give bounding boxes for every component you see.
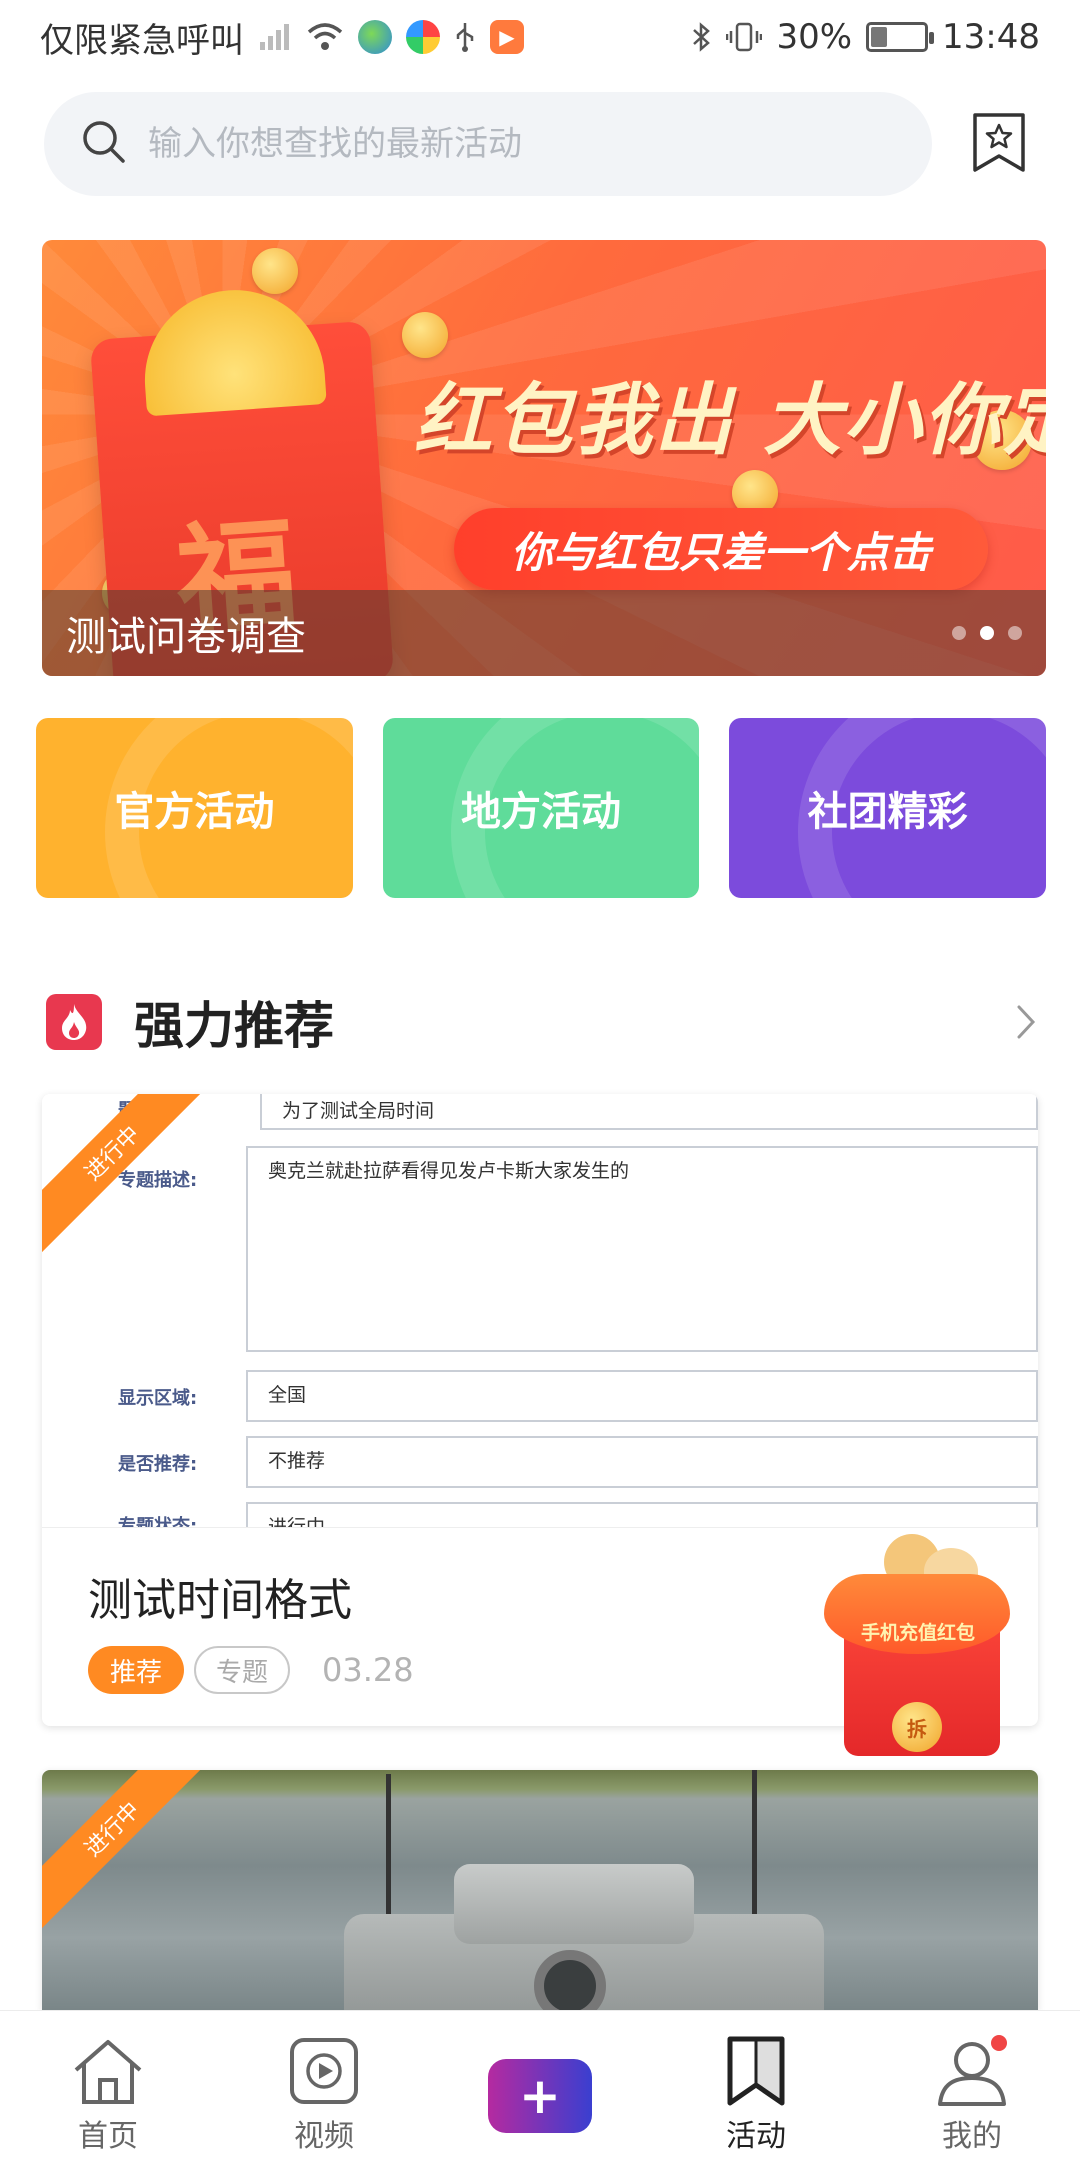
- banner-headline: 红包我出 大小你定: [414, 376, 1046, 466]
- carousel-dots[interactable]: [952, 626, 1022, 640]
- nav-video[interactable]: 视频: [249, 2035, 399, 2155]
- form-label: 专题描述:: [118, 1170, 198, 1191]
- status-right: 30% 13:48: [690, 17, 1040, 57]
- video-icon: [284, 2035, 364, 2107]
- form-value: 奥克兰就赴拉萨看得见发卢卡斯大家发生的: [246, 1146, 1038, 1352]
- battery-fill: [871, 27, 887, 47]
- star-bookmark-icon: [973, 113, 1025, 172]
- plus-icon: +: [488, 2059, 592, 2133]
- nav-home[interactable]: 首页: [33, 2035, 183, 2155]
- battery-icon: [866, 22, 935, 52]
- category-label: 社团精彩: [807, 789, 968, 835]
- promo-banner[interactable]: 福 红包我出 大小你定 你与红包只差一个点击 测试问卷调查: [42, 240, 1046, 676]
- form-label: 专题状态:: [118, 1516, 198, 1528]
- clock: 13:48: [942, 17, 1040, 57]
- nav-label: 视频: [294, 2119, 354, 2154]
- media-app-icon: ▶: [490, 20, 524, 54]
- form-label: 显示区域:: [118, 1388, 198, 1409]
- recommend-section-header: 强力推荐: [46, 990, 1046, 1055]
- card-tags: 推荐 专题 03.28: [88, 1646, 414, 1694]
- card-thumbnail: 题标题: 为了测试全局时间 专题描述: 奥克兰就赴拉萨看得见发卢卡斯大家发生的 …: [42, 1094, 1038, 1528]
- notification-dot: [991, 2035, 1007, 2051]
- recommend-tag: 推荐: [88, 1646, 185, 1694]
- tank-image: [304, 1770, 864, 2010]
- carousel-dot[interactable]: [952, 626, 966, 640]
- usb-icon: [454, 21, 476, 53]
- bookmark-icon: [716, 2035, 796, 2107]
- form-value: 进行中: [246, 1502, 1038, 1527]
- category-official[interactable]: 官方活动: [36, 718, 353, 898]
- globe-app-icon: [358, 20, 392, 54]
- nav-label: 我的: [942, 2119, 1002, 2154]
- red-packet-text: 手机充值红包: [860, 1622, 975, 1644]
- bluetooth-icon: [690, 21, 712, 53]
- antenna: [386, 1774, 391, 1924]
- carousel-dot[interactable]: [980, 626, 994, 640]
- activity-card[interactable]: 进行中: [42, 1770, 1038, 2010]
- nav-publish[interactable]: +: [465, 2035, 615, 2133]
- search-box[interactable]: [44, 92, 932, 196]
- vibrate-icon: [726, 21, 763, 53]
- category-tiles: 官方活动 地方活动 社团精彩: [36, 718, 1047, 898]
- carousel-dot[interactable]: [1008, 626, 1022, 640]
- category-local[interactable]: 地方活动: [382, 718, 700, 898]
- nav-activity[interactable]: 活动: [681, 2035, 831, 2155]
- category-clubs[interactable]: 社团精彩: [729, 718, 1047, 898]
- banner-caption: 测试问卷调查: [66, 614, 306, 660]
- form-label: 是否推荐:: [118, 1454, 198, 1475]
- antenna: [752, 1770, 757, 1924]
- browser-app-icon: [406, 20, 440, 54]
- signal-icon: [258, 22, 292, 52]
- carrier-text: 仅限紧急呼叫: [40, 20, 244, 61]
- home-icon: [68, 2035, 148, 2107]
- banner-subline: 你与红包只差一个点击: [454, 508, 988, 590]
- nav-label: 活动: [726, 2119, 786, 2154]
- form-value: 为了测试全局时间: [260, 1094, 1038, 1130]
- status-bar: 仅限紧急呼叫 ▶ 30% 13:48: [0, 0, 1080, 74]
- category-label: 地方活动: [461, 789, 621, 835]
- card-date: 03.28: [322, 1651, 414, 1689]
- banner-caption-bar: 测试问卷调查: [42, 590, 1046, 676]
- search-input[interactable]: [148, 124, 896, 164]
- search-row: [44, 92, 1044, 196]
- nav-profile[interactable]: 我的: [897, 2035, 1047, 2155]
- form-value: 全国: [246, 1370, 1038, 1422]
- recharge-red-packet[interactable]: 手机充值红包 拆: [824, 1534, 1010, 1760]
- bottom-nav: 首页 视频 + 活动 我的: [0, 2010, 1080, 2160]
- card-title: 测试时间格式: [88, 1575, 352, 1626]
- nav-label: 首页: [78, 2119, 138, 2154]
- fire-icon: [46, 994, 102, 1050]
- chevron-right-icon: [1017, 1005, 1036, 1039]
- battery-percent: 30%: [776, 17, 853, 57]
- search-icon: [80, 118, 128, 170]
- favorites-button[interactable]: [964, 108, 1034, 178]
- section-more-button[interactable]: [1006, 1000, 1046, 1044]
- form-value: 不推荐: [246, 1436, 1038, 1488]
- tank-turret: [454, 1864, 694, 1944]
- coin-decoration: [252, 248, 298, 294]
- section-title: 强力推荐: [134, 997, 334, 1055]
- status-left: 仅限紧急呼叫 ▶: [40, 13, 524, 62]
- coin-decoration: [402, 312, 448, 358]
- category-label: 官方活动: [114, 789, 275, 835]
- topic-tag: 专题: [194, 1646, 291, 1694]
- open-coin: 拆: [892, 1702, 942, 1752]
- wifi-icon: [306, 22, 344, 52]
